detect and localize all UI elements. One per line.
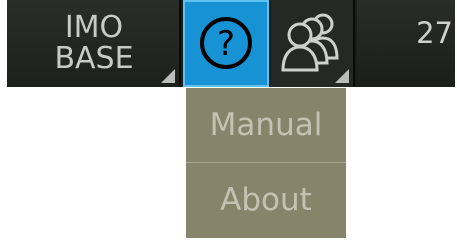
mode-label: IMO BASE	[7, 12, 181, 74]
count-value: 27	[416, 16, 453, 50]
count-display: 27	[357, 0, 455, 87]
menu-item-about[interactable]: About	[186, 163, 346, 237]
top-toolbar: IMO BASE ? 27	[7, 0, 455, 87]
dropdown-corner-icon	[335, 69, 349, 83]
user-group-icon	[281, 13, 339, 72]
dropdown-corner-icon	[161, 69, 175, 83]
question-mark-symbol: ?	[217, 24, 235, 64]
mode-label-line2: BASE	[54, 41, 134, 76]
mode-label-line1: IMO	[64, 10, 124, 45]
help-button[interactable]: ?	[183, 0, 269, 87]
users-button[interactable]	[271, 0, 355, 87]
menu-item-manual[interactable]: Manual	[186, 88, 346, 162]
question-mark-icon: ?	[200, 17, 252, 69]
help-dropdown-menu: Manual About	[186, 88, 346, 238]
mode-button[interactable]: IMO BASE	[7, 0, 181, 87]
